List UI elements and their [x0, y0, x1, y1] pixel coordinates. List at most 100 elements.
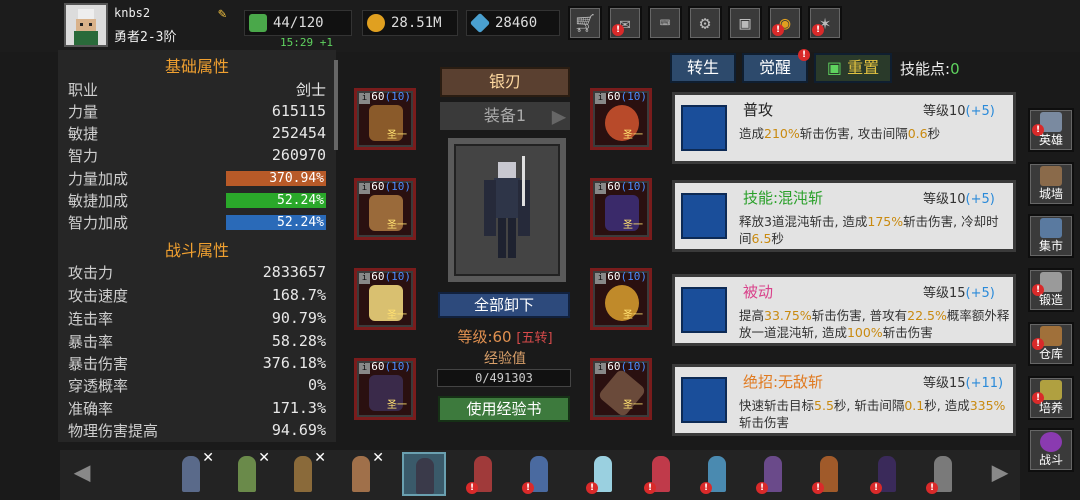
- edit-icon[interactable]: ✎: [218, 6, 226, 22]
- tab-awaken[interactable]: 觉醒!: [742, 49, 810, 83]
- equip-slot-necklace[interactable]: i 60(10) 圣一: [590, 88, 652, 150]
- slot-tag: 圣一: [387, 310, 407, 321]
- skill-card-basic-attack[interactable]: 普攻 等级10(+5) 造成210%斩击伤害, 攻击间隔0.6秒: [672, 92, 1016, 164]
- player-rank: 勇者2-3阶: [114, 30, 177, 45]
- slot-level: 60: [371, 270, 385, 283]
- hero-figure: [416, 458, 434, 494]
- equip-slot-pants[interactable]: i 60(10) 圣一: [354, 268, 416, 330]
- reset-button[interactable]: ▣ 重置: [814, 53, 892, 83]
- mail-button[interactable]: ✉!: [608, 6, 642, 40]
- portal-icon: [1040, 432, 1062, 452]
- hero-thumb[interactable]: !: [870, 452, 904, 496]
- skill-description: 释放3道混沌斩击, 造成175%斩击伤害, 冷却时间6.5秒: [739, 214, 999, 246]
- slot-level: 60: [371, 360, 385, 373]
- alert-badge: !: [812, 24, 824, 36]
- market-icon: [1040, 218, 1062, 238]
- hero-thumb[interactable]: !: [586, 452, 620, 496]
- menu-cultivate[interactable]: ! 培养: [1028, 376, 1074, 420]
- alert-badge: !: [798, 49, 810, 61]
- shop-button[interactable]: 🛒︎: [568, 6, 602, 40]
- hero-thumb[interactable]: ✕: [174, 450, 214, 496]
- settings-button[interactable]: ⚙: [688, 6, 722, 40]
- gift-icon: ▣: [739, 12, 751, 34]
- player-avatar[interactable]: [64, 3, 108, 47]
- info-icon: i: [359, 273, 370, 284]
- hero-thumb[interactable]: ✕: [230, 450, 270, 496]
- equip-slot-boots[interactable]: i 60(10) 圣一: [354, 358, 416, 420]
- skill-card-ultimate[interactable]: 绝招:无敌斩 等级15(+11) 快速斩击目标5.5秒, 斩击间隔0.1秒, 造…: [672, 364, 1016, 436]
- slot-level: 60: [607, 270, 621, 283]
- menu-wall[interactable]: 城墙: [1028, 162, 1074, 206]
- whirl-slash-icon: [681, 193, 727, 239]
- menu-battle[interactable]: 战斗: [1028, 428, 1074, 472]
- info-icon: i: [595, 183, 606, 194]
- hero-portrait: [448, 138, 566, 282]
- slot-level: 60: [607, 90, 621, 103]
- gift-button[interactable]: ▣: [728, 6, 762, 40]
- hero-thumb[interactable]: !: [700, 452, 734, 496]
- game-button[interactable]: ⌨: [648, 6, 682, 40]
- alert-badge: !: [466, 482, 478, 494]
- equip-slot-ring[interactable]: i 60(10) 圣一: [590, 268, 652, 330]
- alert-badge: !: [586, 482, 598, 494]
- alert-badge: !: [926, 482, 938, 494]
- hero-thumb[interactable]: ✕: [344, 450, 384, 496]
- energy-icon: [249, 14, 267, 32]
- gear-icon: ⚙: [699, 12, 711, 34]
- unequip-all-button[interactable]: 全部卸下: [438, 292, 570, 318]
- skill-name: 绝招:无敌斩: [743, 373, 824, 391]
- equip-slot-armor[interactable]: i 60(10) 圣一: [590, 178, 652, 240]
- roster-next-arrow-icon[interactable]: ▶: [980, 452, 1020, 492]
- close-icon: ✕: [258, 450, 270, 466]
- menu-warehouse[interactable]: ! 仓库: [1028, 322, 1074, 366]
- slot-sublevel: (10): [384, 180, 412, 193]
- slot-sublevel: (10): [620, 180, 648, 193]
- equip-slot-weapon[interactable]: i 60(10) 圣一: [590, 358, 652, 420]
- set-next-arrow-icon[interactable]: ▶: [544, 102, 574, 130]
- gem-display[interactable]: 28460: [466, 10, 560, 36]
- video-icon: ▣: [826, 58, 842, 77]
- hero-thumb[interactable]: !: [926, 452, 960, 496]
- skill-description: 快速斩击目标5.5秒, 斩击间隔0.1秒, 造成335%斩击伤害: [739, 398, 1006, 430]
- alert-badge: !: [700, 482, 712, 494]
- info-icon: i: [359, 93, 370, 104]
- menu-hero[interactable]: ! 英雄: [1028, 108, 1074, 152]
- hero-thumb[interactable]: !: [812, 452, 846, 496]
- hero-thumb-selected[interactable]: [402, 452, 446, 496]
- use-exp-book-button[interactable]: 使用经验书: [438, 396, 570, 422]
- stat-attack: 攻击力 2833657: [68, 263, 326, 282]
- alert-badge: !: [612, 24, 624, 36]
- roster-prev-arrow-icon[interactable]: ◀: [62, 452, 102, 492]
- hero-thumb[interactable]: !: [522, 452, 556, 496]
- slot-level: 60: [371, 180, 385, 193]
- alert-badge: !: [756, 482, 768, 494]
- skill-card-passive[interactable]: 被动 等级15(+5) 提高33.75%斩击伤害, 普攻有22.5%概率额外释放…: [672, 274, 1016, 346]
- exp-label: 经验值: [484, 351, 526, 367]
- slot-sublevel: (10): [384, 270, 412, 283]
- alert-badge: !: [522, 482, 534, 494]
- slot-sublevel: (10): [384, 90, 412, 103]
- stat-crit: 暴击率 58.28%: [68, 332, 326, 351]
- gold-coin-icon: [367, 14, 385, 32]
- hero-thumb[interactable]: !: [756, 452, 790, 496]
- stats-scrollbar[interactable]: [334, 60, 338, 150]
- gold-display[interactable]: 28.51M: [362, 10, 458, 36]
- equip-slot-shoulder[interactable]: i 60(10) 圣一: [354, 88, 416, 150]
- tab-transfer[interactable]: 转生: [670, 53, 736, 83]
- info-icon: i: [359, 183, 370, 194]
- energy-display[interactable]: 44/120: [244, 10, 352, 36]
- menu-market[interactable]: 集市: [1028, 214, 1074, 258]
- hero-thumb[interactable]: !: [466, 452, 500, 496]
- menu-forge[interactable]: ! 锻造: [1028, 268, 1074, 312]
- slot-tag: 圣一: [623, 220, 643, 231]
- hero-thumb[interactable]: !: [644, 452, 678, 496]
- skill-card-chaos-slash[interactable]: 技能:混沌斩 等级10(+5) 释放3道混沌斩击, 造成175%斩击伤害, 冷却…: [672, 180, 1016, 252]
- hero-level: 等级:60 [五转]: [457, 328, 553, 346]
- castle-icon: [1040, 166, 1062, 186]
- wheel-button[interactable]: ◉!: [768, 6, 802, 40]
- equip-slot-gloves[interactable]: i 60(10) 圣一: [354, 178, 416, 240]
- alert-badge: !: [772, 24, 784, 36]
- alert-badge: !: [870, 482, 882, 494]
- hero-thumb[interactable]: ✕: [286, 450, 326, 496]
- event-button[interactable]: ✶!: [808, 6, 842, 40]
